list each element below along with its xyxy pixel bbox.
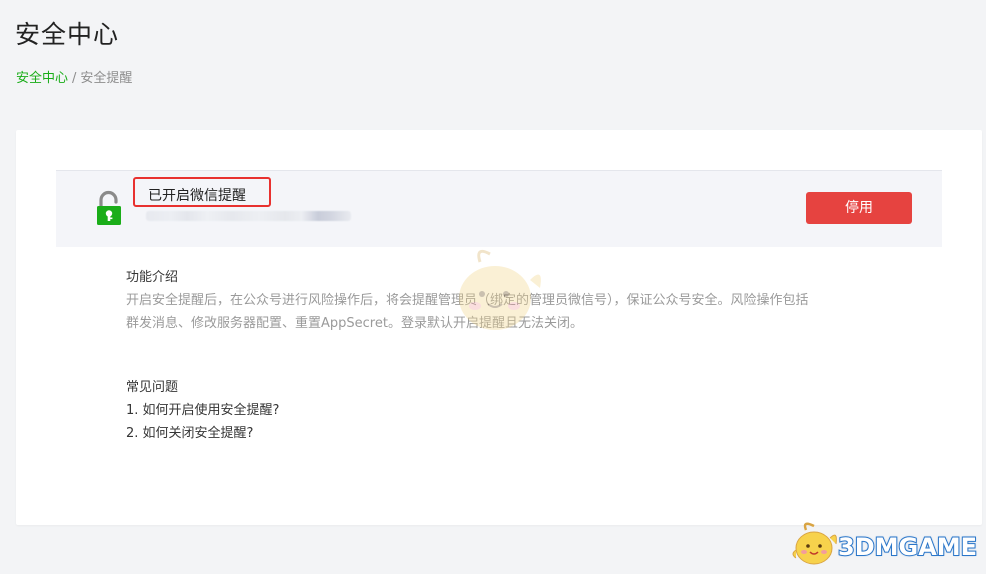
unlocked-padlock-icon [97, 190, 121, 225]
faq-item-disable[interactable]: 2. 如何关闭安全提醒? [126, 422, 279, 445]
faq-title: 常见问题 [126, 380, 179, 395]
breadcrumb-current: 安全提醒 [80, 71, 133, 86]
page-title: 安全中心 [15, 20, 120, 49]
breadcrumb-link-security-center[interactable]: 安全中心 [16, 71, 68, 86]
reminder-status-text: 已开启微信提醒 [148, 188, 246, 204]
disable-button[interactable]: 停用 [806, 192, 912, 224]
mascot-icon [792, 522, 837, 565]
watermark-text: 3DMGAME [837, 532, 978, 562]
blurred-admin-account [146, 211, 351, 221]
intro-text: 开启安全提醒后，在公众号进行风险操作后，将会提醒管理员（绑定的管理员微信号），保… [126, 293, 809, 331]
reminder-status-bar: 已开启微信提醒 停用 [56, 170, 942, 247]
intro-section: 功能介绍 开启安全提醒后，在公众号进行风险操作后，将会提醒管理员（绑定的管理员微… [126, 266, 886, 335]
security-reminder-card: 已开启微信提醒 停用 功能介绍 开启安全提醒后，在公众号进行风险操作后，将会提醒… [16, 130, 982, 525]
watermark-logo: 3DMGAME [790, 520, 978, 570]
breadcrumb: 安全中心 / 安全提醒 [16, 70, 132, 88]
breadcrumb-separator: / [72, 71, 77, 86]
faq-section: 常见问题 1. 如何开启使用安全提醒? 2. 如何关闭安全提醒? [126, 376, 279, 445]
faq-item-enable[interactable]: 1. 如何开启使用安全提醒? [126, 399, 279, 422]
intro-title: 功能介绍 [126, 270, 179, 285]
